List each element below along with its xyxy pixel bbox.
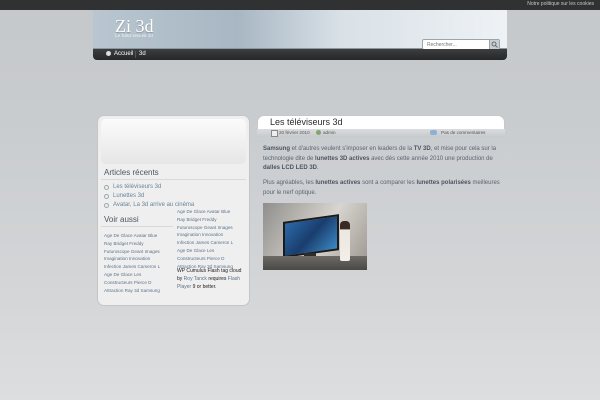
comments-link[interactable]: Pas de commentaires xyxy=(441,130,485,135)
cumulus-credit: WP Cumulus Flash tag cloud by Roy Tanck … xyxy=(177,267,243,292)
home-icon xyxy=(106,51,111,56)
list-item[interactable]: Lunettes 3d xyxy=(104,193,194,202)
tag-cloud-left: Age De Glace Avatar Blue Ray Bridget Fre… xyxy=(104,232,174,294)
bullet-icon xyxy=(104,194,109,199)
cookie-policy-link[interactable]: Notre politique sur les cookies xyxy=(527,1,594,7)
see-also-title: Voir aussi xyxy=(104,215,139,224)
keyword: dalles LCD LED 3D xyxy=(263,165,318,171)
paragraph-text: . xyxy=(317,165,319,171)
tag-line[interactable]: Age De Glace Les xyxy=(104,271,174,279)
recent-post-link[interactable]: Les téléviseurs 3d xyxy=(113,184,161,190)
author-link[interactable]: Roy Tanck xyxy=(184,276,207,282)
post-paragraph-1: Samsung et d'autres veulent s'imposer en… xyxy=(263,145,501,174)
keyword: lunettes actives xyxy=(315,180,361,186)
tag-line[interactable]: Ray Bridget Freddy xyxy=(104,240,174,248)
search-input[interactable] xyxy=(423,40,491,49)
recent-posts-list: Les téléviseurs 3d Lunettes 3d Avatar, L… xyxy=(104,184,194,211)
keyword: TV 3D xyxy=(413,146,431,152)
keyword: Samsung xyxy=(263,146,291,152)
keyword: lunettes 3D actives xyxy=(315,155,370,162)
tag-line[interactable]: Constructeurs Pierce D xyxy=(177,255,245,263)
tag-line[interactable]: Age De Glace Avatar Blue xyxy=(104,232,174,240)
keyword: lunettes polarisées xyxy=(416,180,471,186)
paragraph-text: Plus agréables, les xyxy=(263,180,316,186)
post-date: 20 février 2010 xyxy=(279,130,310,135)
tag-line[interactable]: Ray Bridget Freddy xyxy=(177,216,245,224)
tag-line[interactable]: Age De Glace Avatar Blue xyxy=(177,208,245,216)
divider xyxy=(101,226,173,227)
cumulus-text: 9 or better. xyxy=(192,284,217,291)
post-paragraph-2: Plus agréables, les lunettes actives son… xyxy=(263,179,501,198)
bullet-icon xyxy=(104,185,109,190)
post-author[interactable]: admin xyxy=(323,130,336,135)
divider xyxy=(101,179,246,180)
tag-line[interactable]: Imagination Innovation xyxy=(104,255,174,263)
search-icon xyxy=(491,41,498,48)
tag-line[interactable]: Futuroscope Geant Images xyxy=(177,224,245,232)
tag-line[interactable]: Infection James Cameron L xyxy=(104,263,174,271)
tag-line[interactable]: Imagination Innovation xyxy=(177,231,245,239)
bullet-icon xyxy=(104,203,109,208)
tv-screen-graphic xyxy=(283,214,339,258)
paragraph-text: et d'autres veulent s'imposer en leaders… xyxy=(290,146,414,152)
recent-post-link[interactable]: Lunettes 3d xyxy=(113,193,144,199)
nav-item-home[interactable]: Accueil xyxy=(106,51,133,57)
tag-cloud-right: Age De Glace Avatar Blue Ray Bridget Fre… xyxy=(177,208,245,270)
top-strip: Notre politique sur les cookies xyxy=(0,0,600,10)
post-header: Les téléviseurs 3d xyxy=(257,115,505,130)
main-nav: Accueil 3d xyxy=(93,49,507,60)
site-header: Zi 3d Le futur sera en 3d xyxy=(93,10,507,50)
site-tagline: Le futur sera en 3d xyxy=(115,34,153,39)
paragraph-text: avec dès cette année 2010 une production… xyxy=(369,155,493,162)
tag-line[interactable]: Constructeurs Pierce D xyxy=(104,279,174,287)
sidebar: Articles récents Les téléviseurs 3d Lune… xyxy=(97,115,250,306)
person-graphic xyxy=(340,221,350,261)
tag-line[interactable]: Infection James Cameron L xyxy=(177,239,245,247)
post-meta-bar: 20 février 2010 admin Pas de commentaire… xyxy=(257,129,505,137)
post-title[interactable]: Les téléviseurs 3d xyxy=(270,117,343,127)
user-icon xyxy=(316,130,321,135)
recent-posts-title: Articles récents xyxy=(104,168,159,177)
nav-item-label: Accueil xyxy=(114,51,134,57)
floor-graphic xyxy=(263,256,367,270)
tag-line[interactable]: Futuroscope Geant Images xyxy=(104,248,174,256)
paragraph-text: sont a comparer les xyxy=(360,180,417,186)
calendar-icon xyxy=(271,130,278,137)
tag-line[interactable]: Age De Glace Les xyxy=(177,247,245,255)
tag-line[interactable]: Attraction Ray 3d Samsung xyxy=(104,287,174,295)
comment-icon xyxy=(430,130,437,135)
cumulus-text: requires xyxy=(208,276,227,283)
nav-item-3d[interactable]: 3d xyxy=(139,51,146,57)
sidebar-top-panel xyxy=(101,119,246,164)
nav-divider xyxy=(135,51,136,58)
post-image[interactable] xyxy=(263,203,367,270)
search-button[interactable] xyxy=(489,40,499,49)
list-item[interactable]: Les téléviseurs 3d xyxy=(104,184,194,193)
